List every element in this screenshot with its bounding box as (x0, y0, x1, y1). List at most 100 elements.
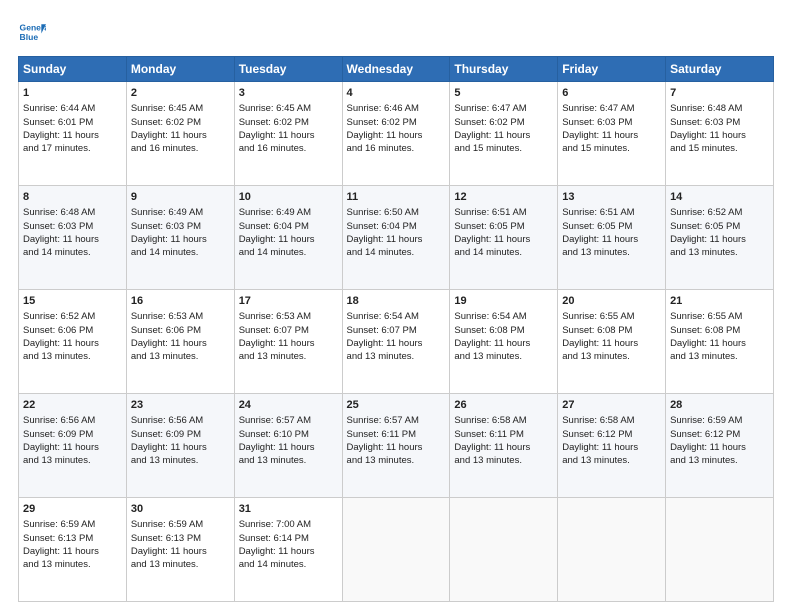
day-info: Daylight: 11 hours (454, 337, 553, 350)
calendar-week-1: 1Sunrise: 6:44 AMSunset: 6:01 PM Daylight… (19, 82, 774, 186)
svg-text:Blue: Blue (20, 32, 39, 42)
day-info: Sunset: 6:04 PM (347, 220, 446, 233)
day-info: and 13 minutes. (454, 350, 553, 363)
day-info: Daylight: 11 hours (562, 337, 661, 350)
calendar-cell: 2Sunrise: 6:45 AMSunset: 6:02 PMDaylight… (126, 82, 234, 186)
day-info: and 14 minutes. (239, 246, 338, 259)
day-number: 31 (239, 502, 338, 517)
day-info: Sunset: 6:01 PM (23, 116, 122, 129)
day-info: Daylight: 11 hours (131, 129, 230, 142)
day-header-saturday: Saturday (666, 57, 774, 82)
day-info: and 13 minutes. (347, 454, 446, 467)
day-info: Sunrise: 6:49 AM (131, 206, 230, 219)
day-info: Sunrise: 6:45 AM (131, 102, 230, 115)
day-info: Sunset: 6:03 PM (562, 116, 661, 129)
day-info: and 15 minutes. (670, 142, 769, 155)
day-number: 18 (347, 294, 446, 309)
day-info: Sunset: 6:07 PM (239, 324, 338, 337)
calendar-cell: 13Sunrise: 6:51 AMSunset: 6:05 PMDayligh… (558, 186, 666, 290)
day-info: and 13 minutes. (239, 350, 338, 363)
logo: General Blue (18, 18, 46, 46)
day-info: Sunset: 6:08 PM (562, 324, 661, 337)
day-number: 20 (562, 294, 661, 309)
day-info: Sunrise: 6:57 AM (239, 414, 338, 427)
day-info: Sunset: 6:08 PM (670, 324, 769, 337)
day-header-tuesday: Tuesday (234, 57, 342, 82)
day-info: Sunrise: 6:55 AM (562, 310, 661, 323)
day-info: and 16 minutes. (131, 142, 230, 155)
calendar-cell: 18Sunrise: 6:54 AMSunset: 6:07 PMDayligh… (342, 290, 450, 394)
day-number: 12 (454, 190, 553, 205)
day-info: Daylight: 11 hours (239, 233, 338, 246)
day-number: 6 (562, 86, 661, 101)
day-number: 16 (131, 294, 230, 309)
day-info: Sunrise: 6:52 AM (23, 310, 122, 323)
calendar-cell: 23Sunrise: 6:56 AMSunset: 6:09 PMDayligh… (126, 394, 234, 498)
day-info: Daylight: 11 hours (239, 441, 338, 454)
day-info: Sunrise: 6:59 AM (131, 518, 230, 531)
day-info: Daylight: 11 hours (454, 233, 553, 246)
day-info: Sunset: 6:09 PM (131, 428, 230, 441)
day-info: Daylight: 11 hours (347, 129, 446, 142)
day-number: 17 (239, 294, 338, 309)
day-info: Daylight: 11 hours (239, 337, 338, 350)
calendar-cell: 10Sunrise: 6:49 AMSunset: 6:04 PMDayligh… (234, 186, 342, 290)
day-info: Daylight: 11 hours (670, 337, 769, 350)
day-info: Sunrise: 6:50 AM (347, 206, 446, 219)
day-info: Sunset: 6:06 PM (23, 324, 122, 337)
day-info: Daylight: 11 hours (23, 233, 122, 246)
day-number: 5 (454, 86, 553, 101)
day-info: Sunset: 6:12 PM (670, 428, 769, 441)
day-info: Sunrise: 7:00 AM (239, 518, 338, 531)
calendar-header: SundayMondayTuesdayWednesdayThursdayFrid… (19, 57, 774, 82)
day-info: Daylight: 11 hours (23, 441, 122, 454)
day-info: and 13 minutes. (131, 454, 230, 467)
day-number: 7 (670, 86, 769, 101)
day-info: Daylight: 11 hours (670, 129, 769, 142)
day-info: Sunset: 6:10 PM (239, 428, 338, 441)
day-number: 23 (131, 398, 230, 413)
day-info: Sunset: 6:12 PM (562, 428, 661, 441)
day-number: 4 (347, 86, 446, 101)
day-info: Sunset: 6:02 PM (239, 116, 338, 129)
calendar-cell: 7Sunrise: 6:48 AMSunset: 6:03 PMDaylight… (666, 82, 774, 186)
day-number: 8 (23, 190, 122, 205)
day-info: Daylight: 11 hours (670, 233, 769, 246)
day-number: 28 (670, 398, 769, 413)
day-number: 30 (131, 502, 230, 517)
day-number: 15 (23, 294, 122, 309)
day-info: and 13 minutes. (562, 246, 661, 259)
day-info: Sunrise: 6:59 AM (670, 414, 769, 427)
calendar-week-5: 29Sunrise: 6:59 AMSunset: 6:13 PMDayligh… (19, 498, 774, 602)
day-info: Sunset: 6:14 PM (239, 532, 338, 545)
day-info: Sunrise: 6:44 AM (23, 102, 122, 115)
day-info: Sunrise: 6:53 AM (239, 310, 338, 323)
day-info: and 13 minutes. (23, 454, 122, 467)
day-info: Sunrise: 6:47 AM (454, 102, 553, 115)
day-number: 21 (670, 294, 769, 309)
calendar-cell: 14Sunrise: 6:52 AMSunset: 6:05 PMDayligh… (666, 186, 774, 290)
day-info: Sunrise: 6:51 AM (454, 206, 553, 219)
day-number: 13 (562, 190, 661, 205)
day-info: Daylight: 11 hours (454, 441, 553, 454)
day-info: Sunrise: 6:55 AM (670, 310, 769, 323)
day-info: Sunrise: 6:54 AM (454, 310, 553, 323)
day-info: Daylight: 11 hours (562, 129, 661, 142)
day-info: Sunset: 6:11 PM (347, 428, 446, 441)
day-number: 3 (239, 86, 338, 101)
day-info: Daylight: 11 hours (23, 545, 122, 558)
calendar-cell: 9Sunrise: 6:49 AMSunset: 6:03 PMDaylight… (126, 186, 234, 290)
day-info: and 13 minutes. (454, 454, 553, 467)
day-info: and 14 minutes. (239, 558, 338, 571)
calendar-cell (450, 498, 558, 602)
day-info: and 13 minutes. (23, 350, 122, 363)
day-info: and 13 minutes. (562, 350, 661, 363)
calendar-cell: 11Sunrise: 6:50 AMSunset: 6:04 PMDayligh… (342, 186, 450, 290)
day-info: and 17 minutes. (23, 142, 122, 155)
day-info: and 16 minutes. (347, 142, 446, 155)
day-info: and 13 minutes. (131, 350, 230, 363)
day-info: Sunrise: 6:45 AM (239, 102, 338, 115)
day-info: Sunset: 6:09 PM (23, 428, 122, 441)
day-info: Sunrise: 6:58 AM (562, 414, 661, 427)
day-number: 1 (23, 86, 122, 101)
